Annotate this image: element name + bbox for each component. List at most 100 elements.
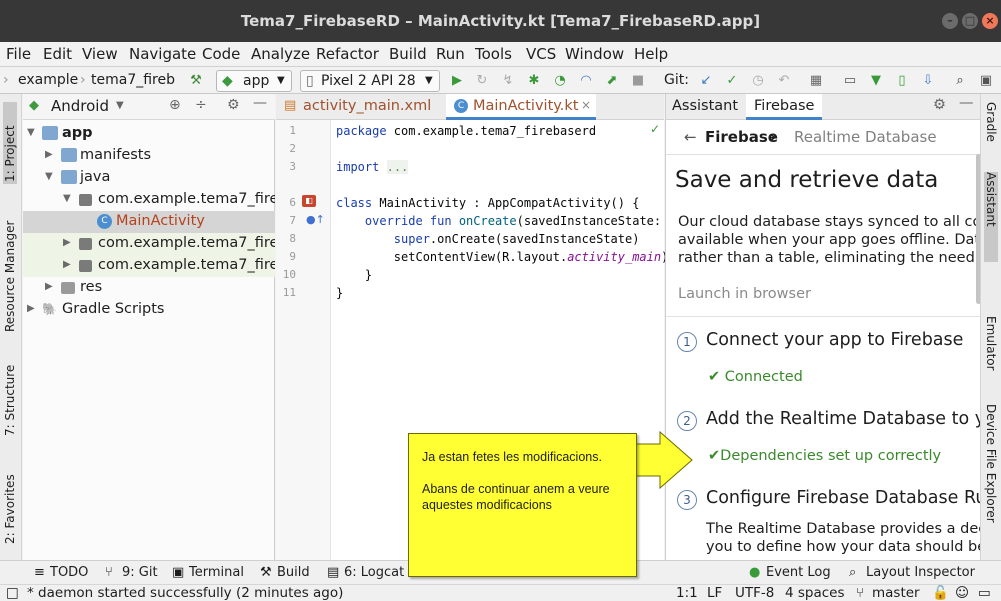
tab-activity-main-xml[interactable]: ▤ activity_main.xml <box>276 94 436 120</box>
hammer-icon[interactable]: ⚒ <box>188 73 204 89</box>
tool-tab-emulator[interactable]: Emulator <box>984 316 998 392</box>
tool-logcat[interactable]: 6: Logcat <box>344 565 404 580</box>
override-gutter-icon[interactable]: ●↑ <box>306 213 325 226</box>
tool-todo[interactable]: TODO <box>50 565 88 580</box>
menu-tools[interactable]: Tools <box>475 45 512 63</box>
locate-icon[interactable]: ⊕ <box>169 97 181 113</box>
code-line[interactable]: package com.example.tema7_firebaserd <box>336 124 596 138</box>
tool-tab-gradle[interactable]: Gradle <box>984 102 998 164</box>
device-select[interactable]: ▯ Pixel 2 API 28 ▼ <box>300 70 440 92</box>
tool-terminal[interactable]: Terminal <box>189 565 244 580</box>
back-arrow-icon[interactable]: ← <box>684 128 697 146</box>
run-icon[interactable]: ▶ <box>449 73 465 89</box>
attach-debugger-icon[interactable]: ⬈ <box>604 73 620 89</box>
tool-build[interactable]: Build <box>277 565 310 580</box>
menu-code[interactable]: Code <box>202 45 240 63</box>
tool-tab-favorites[interactable]: 2: Favorites <box>3 456 17 544</box>
tool-tab-project[interactable]: 1: Project <box>3 102 17 184</box>
tab-firebase[interactable]: Firebase <box>746 94 823 120</box>
minimize-icon[interactable]: – <box>942 13 958 29</box>
tree-item-java[interactable]: ▼ java <box>23 167 275 189</box>
code-line[interactable]: class MainActivity : AppCompatActivity()… <box>336 196 639 210</box>
chevron-down-icon[interactable]: ▼ <box>45 171 57 182</box>
menu-edit[interactable]: Edit <box>43 45 72 63</box>
caret-position[interactable]: 1:1 <box>676 585 698 601</box>
profile-icon[interactable]: ◔ <box>552 73 568 89</box>
code-line[interactable]: super.onCreate(savedInstanceState) <box>336 232 640 246</box>
apply-code-changes-icon[interactable]: ↯ <box>500 73 516 89</box>
menu-window[interactable]: Window <box>565 45 624 63</box>
tree-item-manifests[interactable]: ▶ manifests <box>23 145 275 167</box>
tool-tab-structure[interactable]: 7: Structure <box>3 348 17 436</box>
avd-manager-icon[interactable]: ▭ <box>842 73 858 89</box>
file-encoding[interactable]: UTF-8 <box>735 585 774 601</box>
gear-icon[interactable]: ⚙ <box>933 97 946 113</box>
profiler-icon[interactable]: ◠ <box>578 73 594 89</box>
git-update-icon[interactable]: ↙ <box>698 73 714 89</box>
hide-icon[interactable]: — <box>253 95 267 111</box>
menu-vcs[interactable]: VCS <box>526 45 556 63</box>
gear-icon[interactable]: ⚙ <box>227 97 240 113</box>
sync-gradle-icon[interactable]: ⇩ <box>920 73 936 89</box>
project-view-select[interactable]: Android <box>51 97 109 115</box>
run-config-select[interactable]: ◆ app ▼ <box>216 70 292 92</box>
menu-run[interactable]: Run <box>436 45 465 63</box>
chevron-down-icon[interactable]: ▼ <box>116 100 124 111</box>
tab-mainactivity-kt[interactable]: C MainActivity.kt × <box>446 94 596 120</box>
git-rollback-icon[interactable]: ↶ <box>776 73 792 89</box>
chevron-right-icon[interactable]: ▶ <box>63 259 75 270</box>
code-line[interactable]: setContentView(R.layout.activity_main) <box>336 250 669 264</box>
layout-gutter-icon[interactable]: ◧ <box>302 195 316 207</box>
apply-changes-icon[interactable]: ↻ <box>474 73 490 89</box>
indent-setting[interactable]: 4 spaces <box>785 585 845 601</box>
tab-assistant[interactable]: Assistant <box>672 98 738 114</box>
chevron-right-icon[interactable]: ▶ <box>45 149 57 160</box>
menu-build[interactable]: Build <box>389 45 427 63</box>
chevron-down-icon[interactable]: ▼ <box>63 193 75 204</box>
tool-tab-resource-manager[interactable]: Resource Manager <box>3 198 17 332</box>
menu-refactor[interactable]: Refactor <box>316 45 379 63</box>
menu-navigate[interactable]: Navigate <box>129 45 196 63</box>
tree-item-package-test[interactable]: ▶ com.example.tema7_fireb <box>23 255 275 277</box>
tool-tab-assistant[interactable]: Assistant <box>984 172 998 262</box>
settings-icon[interactable]: ▣ <box>978 73 994 89</box>
menu-analyze[interactable]: Analyze <box>251 45 310 63</box>
code-line[interactable]: } <box>336 286 343 300</box>
status-message[interactable]: * daemon started successfully (2 minutes… <box>27 585 343 601</box>
close-icon[interactable]: × <box>982 13 998 29</box>
breadcrumb-module[interactable]: tema7_fireb <box>91 72 177 88</box>
tool-tab-device-file-explorer[interactable]: Device File Explorer <box>984 404 998 554</box>
project-structure-icon[interactable]: ▦ <box>808 73 824 89</box>
breadcrumb-firebase[interactable]: Firebase <box>705 128 778 146</box>
lock-icon[interactable]: 🔓 <box>932 585 949 601</box>
inspector-icon[interactable]: ☺ <box>955 585 969 601</box>
tree-item-package[interactable]: ▼ com.example.tema7_fireb <box>23 189 275 211</box>
menu-help[interactable]: Help <box>634 45 668 63</box>
tool-git[interactable]: 9: Git <box>122 565 158 580</box>
tree-item-app[interactable]: ▼ app <box>23 123 275 145</box>
folded-imports[interactable]: ... <box>386 160 409 174</box>
code-line[interactable]: } <box>336 268 372 282</box>
line-separator[interactable]: LF <box>707 585 722 601</box>
tree-item-package-androidtest[interactable]: ▶ com.example.tema7_fireb <box>23 233 275 255</box>
chevron-right-icon[interactable]: ▶ <box>27 303 39 314</box>
maximize-icon[interactable]: □ <box>962 13 978 29</box>
git-commit-icon[interactable]: ✓ <box>724 73 740 89</box>
collapse-all-icon[interactable]: ÷ <box>195 97 207 113</box>
tree-item-res[interactable]: ▶ res <box>23 277 275 299</box>
chevron-right-icon[interactable]: ▶ <box>45 281 57 292</box>
git-history-icon[interactable]: ◷ <box>750 73 766 89</box>
close-icon[interactable]: × <box>581 98 591 112</box>
launch-in-browser-link[interactable]: Launch in browser <box>678 286 811 302</box>
sdk-manager-icon[interactable]: ▼ <box>868 73 884 89</box>
device-manager-icon[interactable]: ▯ <box>894 73 910 89</box>
code-line[interactable]: import ... <box>336 160 409 174</box>
memory-indicator-icon[interactable]: ▭ <box>978 585 991 601</box>
debug-icon[interactable]: ✱ <box>526 73 542 89</box>
tree-item-gradle-scripts[interactable]: ▶ 🐘 Gradle Scripts <box>23 299 275 321</box>
chevron-right-icon[interactable]: ▶ <box>63 237 75 248</box>
breadcrumb-example[interactable]: example <box>18 72 78 88</box>
code-line[interactable]: override fun onCreate(savedInstanceState… <box>336 214 676 228</box>
inspection-ok-icon[interactable]: ✓ <box>650 122 660 136</box>
tool-event-log[interactable]: Event Log <box>766 565 831 580</box>
